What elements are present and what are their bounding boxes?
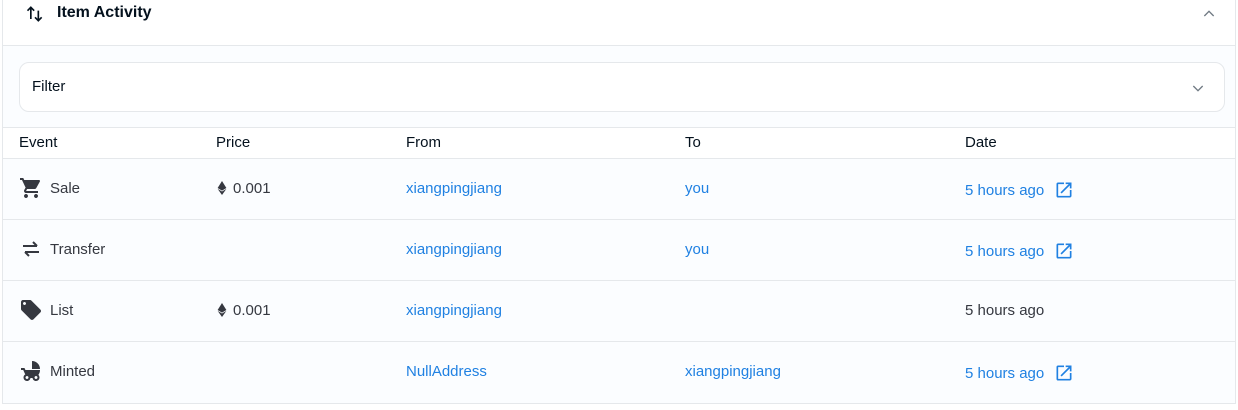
filter-label: Filter [32,78,66,95]
price: 0.001 [217,180,271,198]
item-activity-header[interactable]: Item Activity [3,0,1235,46]
filter-dropdown[interactable]: Filter [19,62,1225,112]
chevron-up-icon[interactable] [1201,6,1217,22]
cart-icon [20,178,41,198]
ethereum-icon [217,181,227,195]
table-row: Sale 0.001 xiangpingjiang you 5 hours ag… [3,159,1235,220]
swap-vertical-icon [26,6,43,22]
price-value: 0.001 [233,302,271,319]
event-label: List [50,302,74,319]
tag-icon [21,300,41,320]
date-text: 5 hours ago [965,365,1045,382]
from-link[interactable]: xiangpingjiang [406,302,502,320]
table-row: List 0.001 xiangpingjiang 5 hours ago [3,281,1235,342]
column-header-to: To [685,134,701,151]
event-label: Transfer [50,241,106,258]
date-text: 5 hours ago [965,243,1045,260]
external-link-icon [1056,182,1072,198]
to-link[interactable]: you [685,180,709,198]
date-text: 5 hours ago [965,302,1045,319]
date-link[interactable]: 5 hours ago [965,363,1074,383]
price-value: 0.001 [233,180,271,197]
event-label: Sale [50,180,81,197]
section-title: Item Activity [57,4,152,21]
table-row: Transfer xiangpingjiang you 5 hours ago [3,220,1235,281]
to-link[interactable]: xiangpingjiang [685,363,781,381]
column-header-price: Price [216,134,251,151]
from-link[interactable]: xiangpingjiang [406,180,502,198]
date-link[interactable]: 5 hours ago [965,180,1074,200]
item-activity-panel: Item Activity Filter Event Price From To… [2,0,1236,404]
ethereum-icon [217,303,227,317]
filter-area: Filter [3,46,1235,128]
from-link[interactable]: NullAddress [406,363,487,381]
from-link[interactable]: xiangpingjiang [406,241,502,259]
stroller-icon [21,361,40,381]
transfer-icon [23,241,39,257]
column-header-event: Event [19,134,58,151]
to-link[interactable]: you [685,241,709,259]
table-header: Event Price From To Date [3,128,1235,159]
column-header-from: From [406,134,441,151]
price: 0.001 [217,302,271,320]
chevron-down-icon [1192,85,1204,92]
date-link[interactable]: 5 hours ago [965,241,1074,261]
external-link-icon [1056,365,1072,381]
date-text: 5 hours ago [965,182,1045,199]
event-label: Minted [50,363,96,380]
column-header-date: Date [965,134,997,151]
external-link-icon [1056,243,1072,259]
table-row: Minted NullAddress xiangpingjiang 5 hour… [3,342,1235,403]
